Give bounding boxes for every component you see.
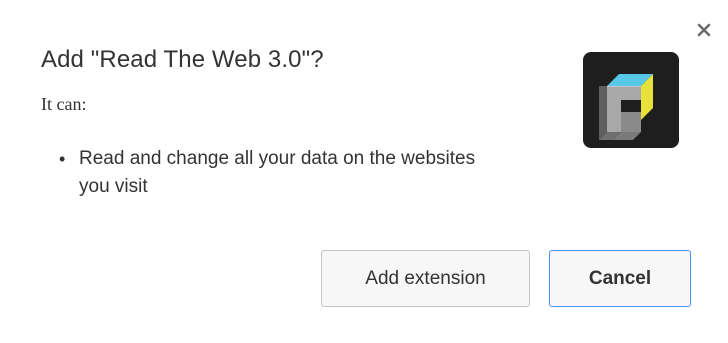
cancel-button[interactable]: Cancel [549,250,691,307]
read-the-web-app-icon [583,52,679,148]
add-extension-dialog: Add "Read The Web 3.0"? It can: • Read a… [0,0,728,343]
permissions-heading: It can: [41,94,87,114]
permission-text: Read and change all your data on the web… [79,148,476,197]
permission-list: • Read and change all your data on the w… [41,146,499,201]
add-extension-button[interactable]: Add extension [321,250,530,307]
permission-item: • Read and change all your data on the w… [41,146,499,201]
bullet: • [59,149,66,169]
dialog-title: Add "Read The Web 3.0"? [41,46,324,73]
close-icon [697,23,711,37]
close-button[interactable] [694,20,714,40]
